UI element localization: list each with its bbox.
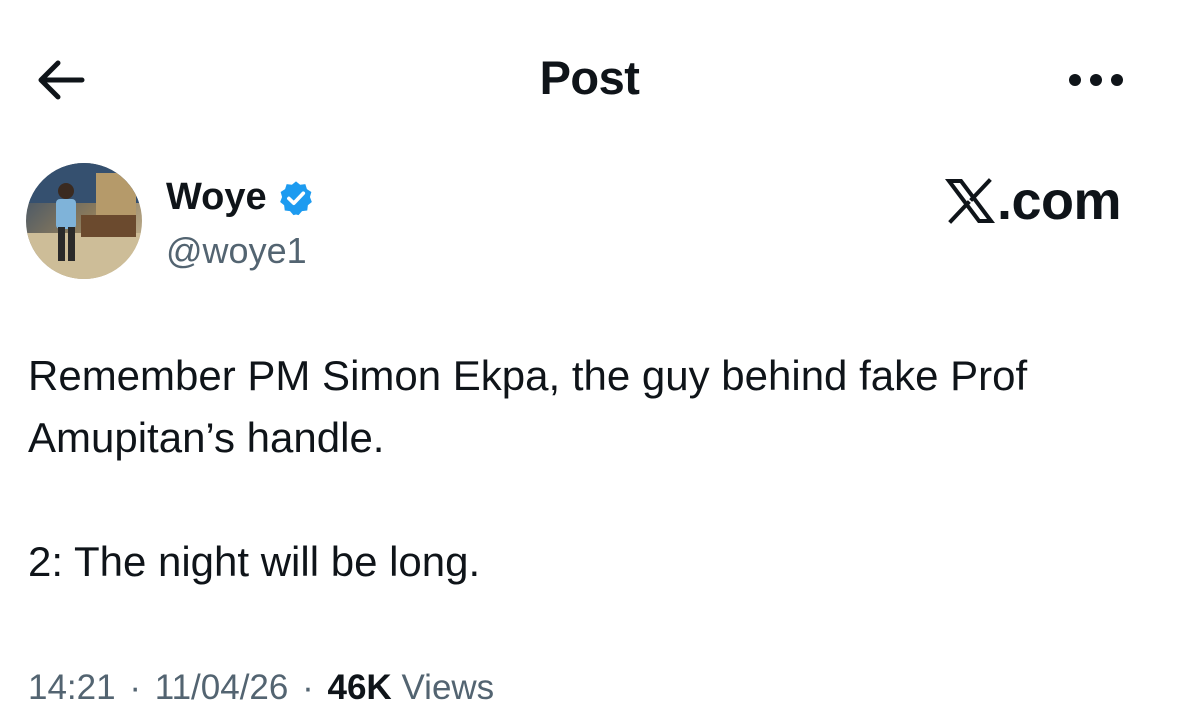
- post-metadata: 14:21 · 11/04/26 · 46K Views: [28, 668, 494, 708]
- x-logo-icon: [944, 176, 995, 226]
- post-body: Remember PM Simon Ekpa, the guy behind f…: [28, 345, 1148, 593]
- post-paragraph: 2: The night will be long.: [28, 538, 481, 585]
- verified-badge-icon: [277, 179, 315, 217]
- separator-dot: ·: [302, 668, 314, 707]
- page-title: Post: [539, 51, 640, 104]
- post-paragraph: Remember PM Simon Ekpa, the guy behind f…: [28, 345, 1148, 469]
- post-line: Amupitan’s handle.: [28, 414, 385, 461]
- avatar-image: [26, 163, 142, 279]
- separator-dot: ·: [129, 668, 141, 707]
- avatar[interactable]: [26, 163, 142, 279]
- post-line: Remember PM Simon Ekpa, the guy behind f…: [28, 352, 1028, 399]
- watermark-text: .com: [996, 171, 1122, 231]
- top-bar: Post: [0, 0, 1179, 150]
- more-options-button[interactable]: [1060, 56, 1132, 104]
- views-count[interactable]: 46K: [328, 668, 392, 707]
- post-time[interactable]: 14:21: [28, 668, 116, 707]
- watermark: .com: [944, 170, 1122, 232]
- views-label: Views: [401, 668, 495, 707]
- more-horizontal-icon: [1069, 74, 1123, 86]
- author-name-row: Woye: [166, 176, 315, 219]
- post-date[interactable]: 11/04/26: [155, 668, 289, 707]
- author-name[interactable]: Woye: [166, 176, 267, 219]
- author-handle[interactable]: @woye1: [166, 230, 307, 272]
- post-author: Woye @woye1 .com: [0, 150, 1179, 290]
